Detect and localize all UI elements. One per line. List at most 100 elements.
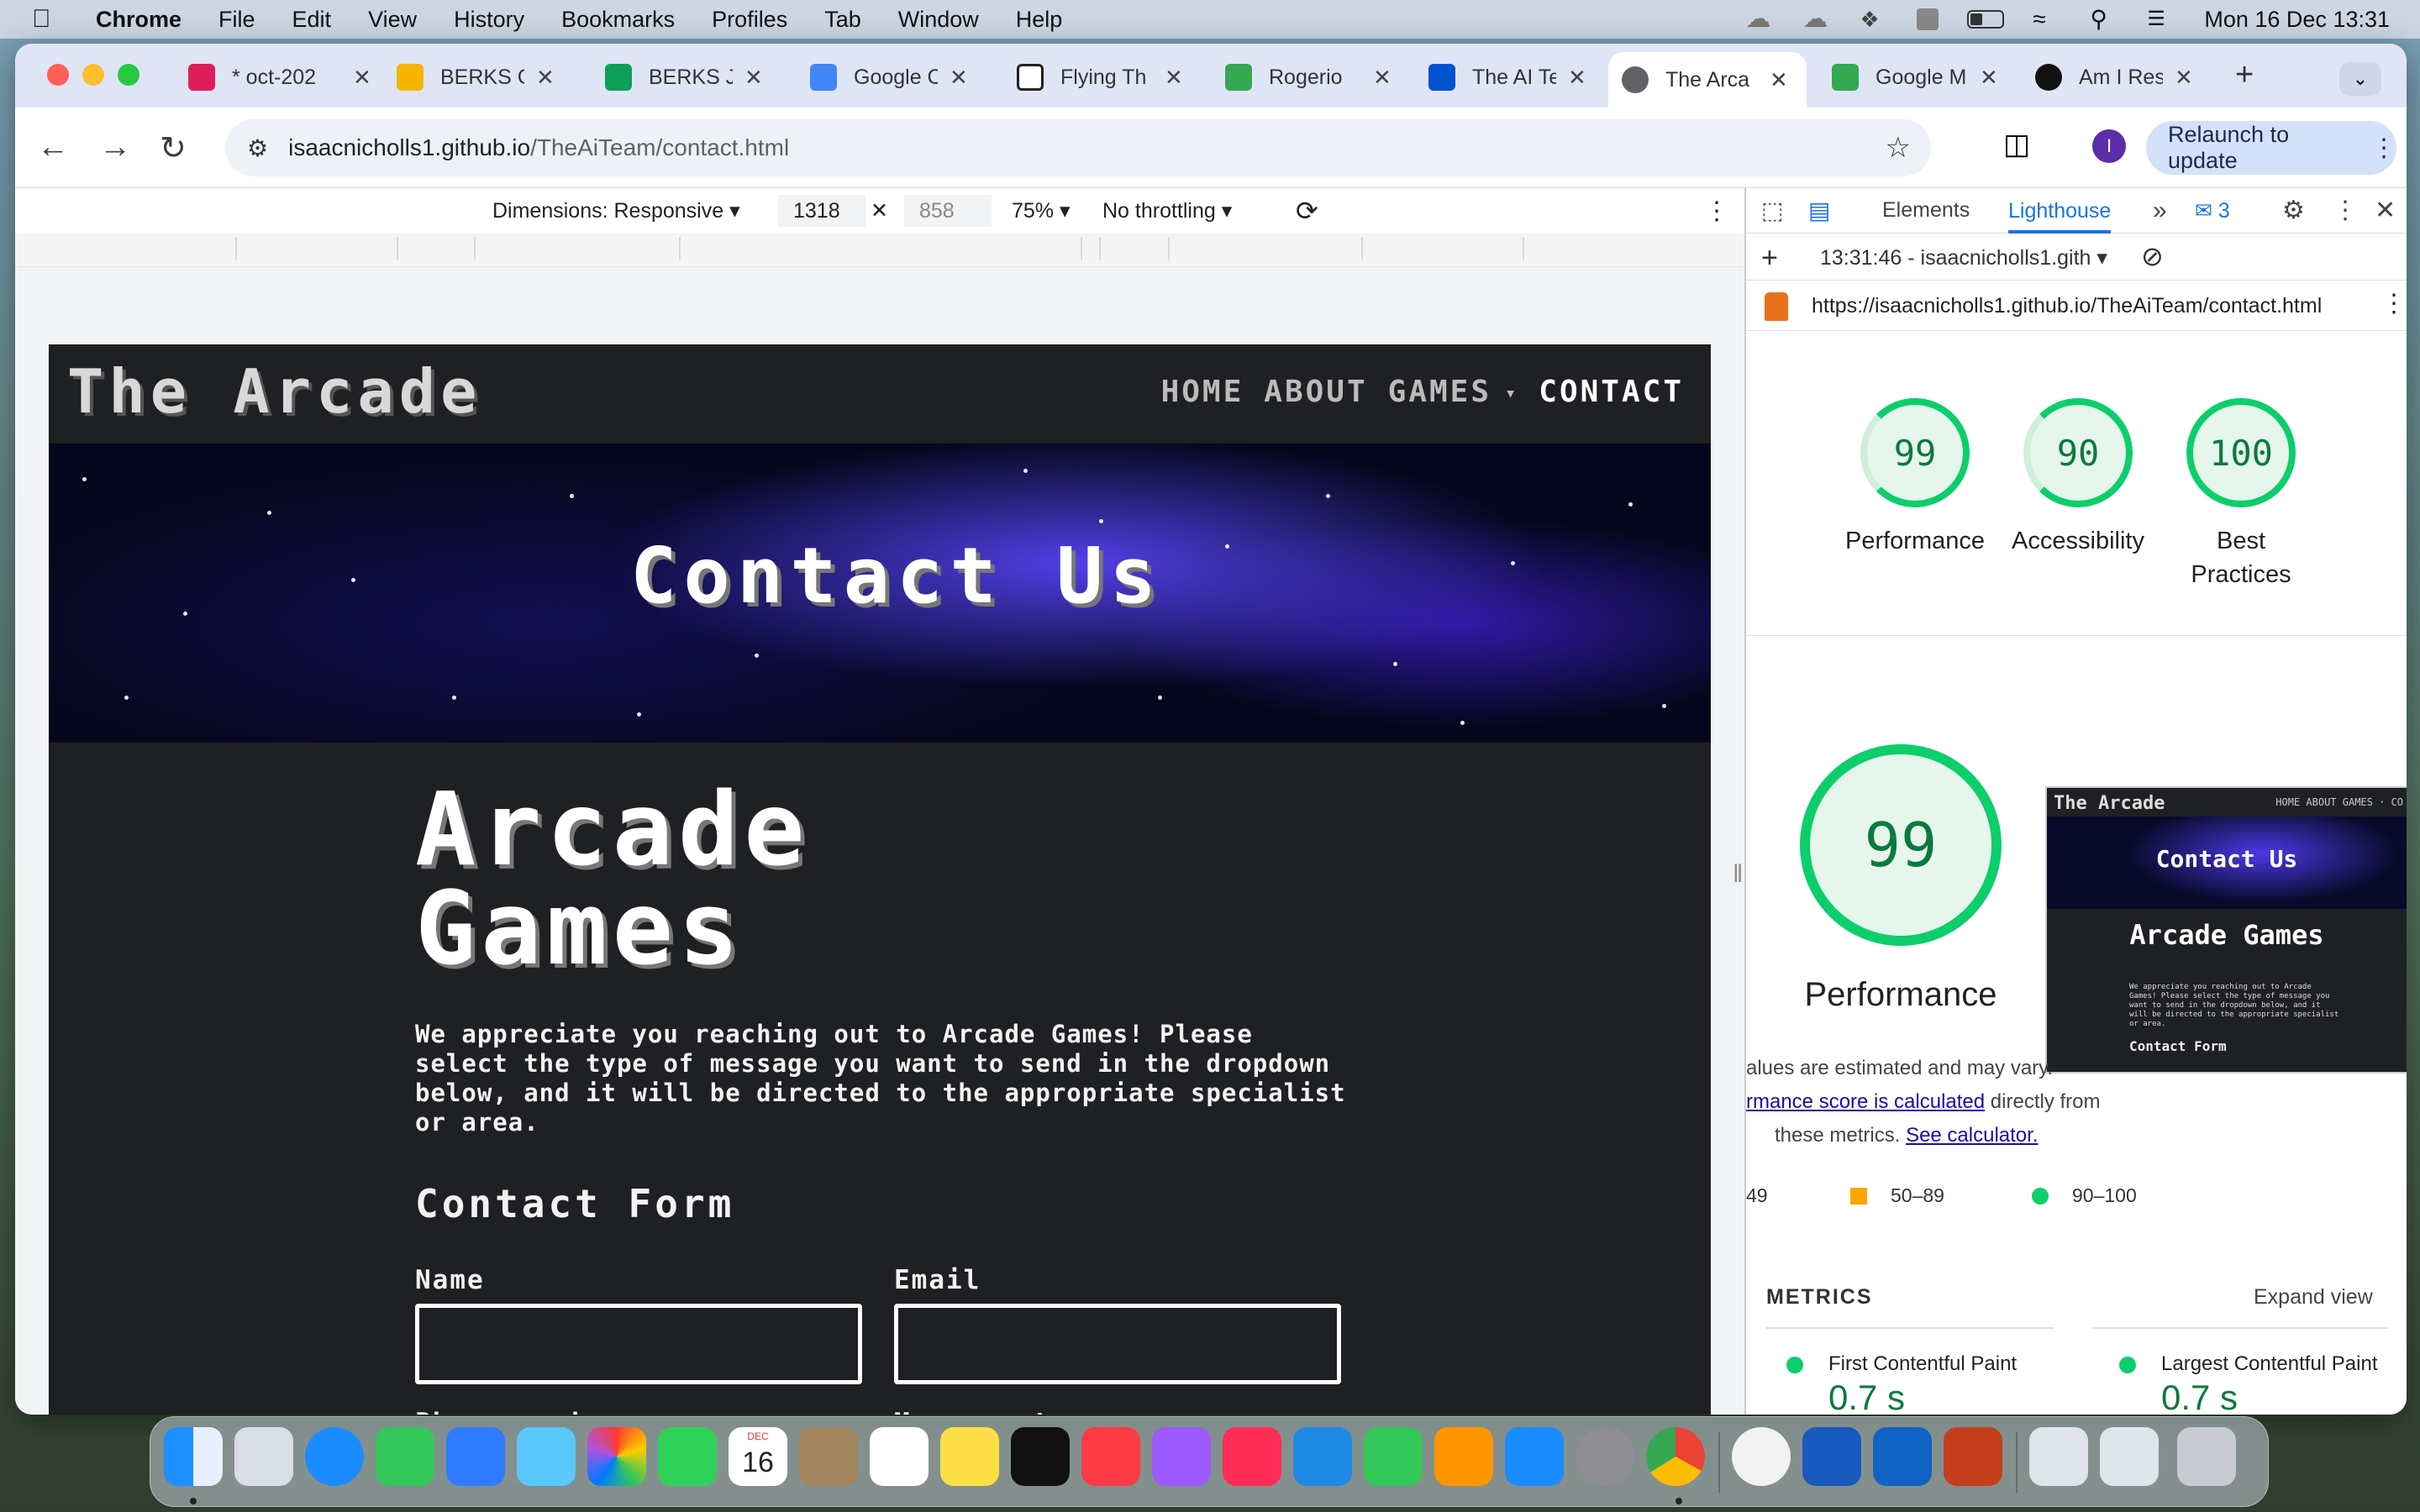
close-tab-icon[interactable]: ✕ <box>536 65 555 91</box>
tab-ai-team[interactable]: The AI Te ✕ <box>1415 52 1586 102</box>
site-logo[interactable]: The Arcade <box>67 356 481 427</box>
menu-file[interactable]: File <box>218 7 255 33</box>
nav-contact[interactable]: CONTACT <box>1539 375 1684 409</box>
tab-flying[interactable]: Flying Th ✕ <box>1003 52 1183 102</box>
profile-avatar[interactable]: I <box>2092 129 2126 163</box>
new-tab-button[interactable]: + <box>2235 57 2254 93</box>
menu-history[interactable]: History <box>454 7 524 33</box>
see-calculator-link[interactable]: See calculator. <box>1906 1124 2038 1147</box>
tab-lighthouse[interactable]: Lighthouse <box>2008 188 2112 234</box>
nav-games[interactable]: GAMES <box>1388 375 1491 409</box>
notes-icon[interactable] <box>940 1427 999 1486</box>
gauge-best-practices[interactable]: 100 Best Practices <box>2161 398 2321 591</box>
close-tab-icon[interactable]: ✕ <box>1373 65 1392 91</box>
email-input[interactable] <box>894 1304 1341 1384</box>
site-info-icon[interactable]: ⚙ <box>247 134 268 162</box>
numbers-icon[interactable] <box>1364 1427 1423 1486</box>
close-window-button[interactable] <box>47 64 69 86</box>
menu-view[interactable]: View <box>368 7 417 33</box>
dropbox-icon[interactable]: ❖ <box>1860 8 1888 30</box>
dimensions-select[interactable]: Dimensions: Responsive ▾ <box>492 198 740 223</box>
word-icon[interactable] <box>1802 1427 1861 1486</box>
menu-bookmarks[interactable]: Bookmarks <box>561 7 675 33</box>
devtools-menu-icon[interactable]: ⋮ <box>2333 196 2358 225</box>
menu-kebab-icon[interactable]: ⋮ <box>2371 134 2396 163</box>
new-report-icon[interactable]: + <box>1761 242 1778 275</box>
control-center-icon[interactable]: ☰ <box>2147 8 2175 30</box>
launchpad-icon[interactable] <box>234 1427 293 1486</box>
games-dropdown-caret-icon[interactable]: ▾ <box>1505 375 1518 409</box>
height-input[interactable]: 858 <box>904 195 992 227</box>
report-menu-icon[interactable]: ⋮ <box>2381 289 2407 318</box>
window-preview-icon[interactable] <box>2029 1427 2088 1486</box>
battery-icon[interactable] <box>1967 10 2005 29</box>
inspect-element-icon[interactable]: ⬚ <box>1761 197 1783 224</box>
maps-icon[interactable] <box>517 1427 576 1486</box>
photos-icon[interactable] <box>587 1427 646 1486</box>
tab-google-meet[interactable]: Google M ✕ <box>1818 52 1998 102</box>
address-bar[interactable]: ⚙ isaacnicholls1.github.io/TheAiTeam/con… <box>225 119 1931 176</box>
rotate-icon[interactable]: ⟳ <box>1296 195 1318 227</box>
menu-tab[interactable]: Tab <box>824 7 861 33</box>
more-options-icon[interactable]: ⋮ <box>1704 197 1729 226</box>
close-tab-icon[interactable]: ✕ <box>353 65 371 91</box>
gauge-performance[interactable]: 99 Performance <box>1835 398 1995 558</box>
trash-icon[interactable] <box>2177 1427 2236 1486</box>
url-text[interactable]: isaacnicholls1.github.io/TheAiTeam/conta… <box>288 134 789 161</box>
powerpoint-icon[interactable] <box>1944 1427 2002 1486</box>
cloud-icon[interactable]: ☁ <box>1745 7 1774 32</box>
tab-google-calendar[interactable]: Google C ✕ <box>797 52 968 102</box>
close-tab-icon[interactable]: ✕ <box>1980 65 1998 91</box>
close-tab-icon[interactable]: ✕ <box>1770 67 1788 93</box>
device-toggle-icon[interactable]: ▤ <box>1808 197 1830 224</box>
relaunch-button[interactable]: Relaunch to update ⋮ <box>2146 121 2396 175</box>
name-input[interactable] <box>415 1304 862 1384</box>
search-icon[interactable]: ⚲ <box>2090 8 2118 31</box>
back-button[interactable]: ← <box>37 129 69 165</box>
bookmark-star-icon[interactable]: ☆ <box>1886 131 1911 165</box>
menu-window[interactable]: Window <box>898 7 979 33</box>
contacts-icon[interactable] <box>799 1427 858 1486</box>
messages-icon[interactable] <box>376 1427 434 1486</box>
minimize-window-button[interactable] <box>82 64 104 86</box>
settings-gear-icon[interactable]: ⚙ <box>2282 196 2305 225</box>
menu-help[interactable]: Help <box>1016 7 1063 33</box>
emoji-app-icon[interactable] <box>1732 1427 1791 1486</box>
tab-berks-ja[interactable]: BERKS Ja ✕ <box>592 52 763 102</box>
close-tab-icon[interactable]: ✕ <box>1165 65 1183 91</box>
keynote-icon[interactable] <box>1293 1427 1352 1486</box>
wifi-icon[interactable]: ≈ <box>2033 8 2061 31</box>
more-tabs-icon[interactable]: » <box>2153 197 2167 225</box>
system-settings-icon[interactable] <box>1576 1427 1634 1486</box>
zoom-select[interactable]: 75% ▾ <box>1012 198 1071 223</box>
vertical-resize-handle[interactable]: ‖ <box>1733 860 1743 889</box>
report-select[interactable]: 13:31:46 - isaacnicholls1.gith ▾ <box>1820 245 2107 270</box>
media-query-ruler[interactable] <box>15 234 1744 267</box>
chrome-icon[interactable] <box>1646 1427 1705 1486</box>
calendar-icon[interactable]: DEC 16 <box>729 1427 787 1486</box>
tab-berks-c[interactable]: BERKS C ✕ <box>383 52 555 102</box>
close-tab-icon[interactable]: ✕ <box>744 65 763 91</box>
safari-icon[interactable] <box>305 1427 364 1486</box>
facetime-icon[interactable] <box>658 1427 717 1486</box>
width-input[interactable]: 1318 <box>778 195 865 227</box>
mail-icon[interactable] <box>446 1427 505 1486</box>
icloud-icon[interactable]: ☁ <box>1802 7 1831 32</box>
clear-icon[interactable]: ⊘ <box>2141 240 2164 272</box>
menu-profiles[interactable]: Profiles <box>712 7 787 33</box>
close-tab-icon[interactable]: ✕ <box>2175 65 2193 91</box>
tab-rogerio[interactable]: Rogerio ✕ <box>1212 52 1392 102</box>
issues-badge[interactable]: ✉ 3 <box>2195 198 2230 223</box>
page-screenshot-thumbnail[interactable]: The Arcade HOME ABOUT GAMES · CO Contact… <box>2045 786 2407 1074</box>
reminders-icon[interactable] <box>870 1427 929 1486</box>
podcasts-icon[interactable] <box>1152 1427 1211 1486</box>
music-icon[interactable] <box>1081 1427 1140 1486</box>
close-tab-icon[interactable]: ✕ <box>950 65 968 91</box>
pages-icon[interactable] <box>1434 1427 1493 1486</box>
score-calculated-link[interactable]: rmance score is calculated <box>1746 1090 1985 1113</box>
menu-app-name[interactable]: Chrome <box>96 7 182 33</box>
close-tab-icon[interactable]: ✕ <box>1568 65 1586 91</box>
apple-tv-icon[interactable] <box>1011 1427 1070 1486</box>
expand-view-button[interactable]: Expand view <box>2254 1285 2373 1310</box>
nav-home[interactable]: HOME <box>1161 375 1244 409</box>
